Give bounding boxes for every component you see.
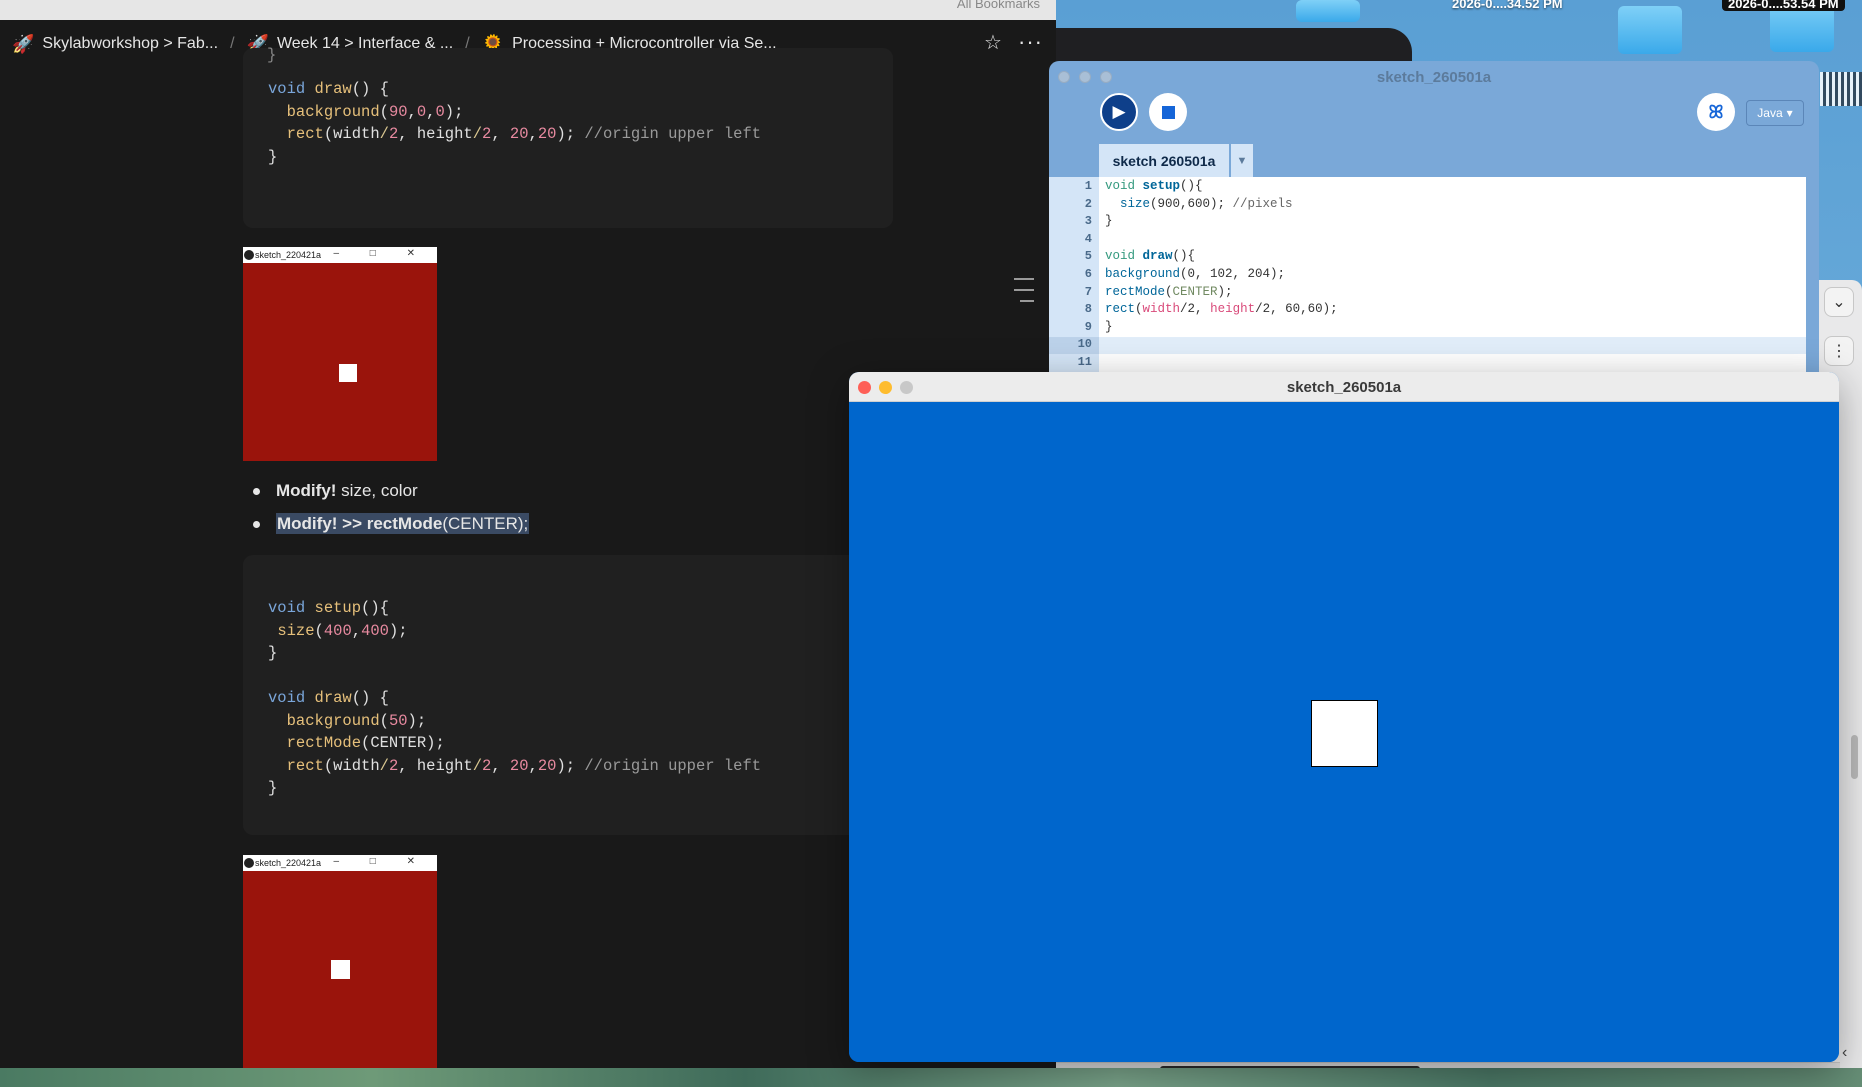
line-number: 1 xyxy=(1084,179,1092,193)
debug-button[interactable]: ꕤ xyxy=(1697,93,1735,131)
code-line: size(400,400); xyxy=(277,621,408,640)
list-item: Modify! size, color xyxy=(252,479,529,512)
line-number: 7 xyxy=(1084,284,1092,299)
desktop-bottom-strip xyxy=(0,1068,1862,1087)
sketch-window-titlebar: sketch_260501a xyxy=(849,372,1839,402)
sketch-canvas[interactable] xyxy=(849,402,1839,1062)
caret-down-icon: ▾ xyxy=(1786,106,1793,120)
bullet-text: size, color xyxy=(336,481,418,500)
sketch-image-title: sketch_220421a xyxy=(255,250,322,260)
mode-label: Java xyxy=(1757,106,1783,120)
line-number: 8 xyxy=(1084,302,1092,317)
code-block: } void draw() { background(90,0,0); rect… xyxy=(243,46,893,228)
all-bookmarks-link[interactable]: All Bookmarks xyxy=(957,0,1040,10)
sketch-white-square xyxy=(339,364,357,382)
line-number: 5 xyxy=(1084,249,1092,264)
list-item: Modify! >> rectMode(CENTER); xyxy=(252,512,530,545)
mode-select[interactable]: Java ▾ xyxy=(1746,100,1804,126)
more-vertical-icon[interactable]: ⋮ xyxy=(1824,336,1854,366)
scrollbar-thumb[interactable] xyxy=(1851,735,1858,779)
bullet-bold-text: Modify! xyxy=(276,481,337,500)
desktop-striped-file-icon xyxy=(1820,72,1862,106)
bullet-list: Modify! size, color Modify! >> rectMode(… xyxy=(252,479,530,545)
more-horizontal-icon[interactable]: ··· xyxy=(1018,29,1043,55)
stop-icon xyxy=(1161,105,1175,119)
ide-titlebar: sketch_260501a xyxy=(1049,61,1819,91)
stop-button[interactable] xyxy=(1149,93,1187,131)
line-number: 9 xyxy=(1084,319,1092,334)
code-line: background(50); xyxy=(286,711,427,730)
ide-window-title: sketch_260501a xyxy=(1376,69,1492,86)
code-line: background(90,0,0); xyxy=(286,102,464,121)
line-number: 10 xyxy=(1077,337,1092,352)
desktop-file-label[interactable]: 2026-0....34.52 PM xyxy=(1452,0,1563,11)
chevron-down-icon[interactable]: ⌄ xyxy=(1824,287,1854,317)
sketch-screenshot-image: sketch_220421a – □ ✕ xyxy=(243,855,437,1068)
code-line: } xyxy=(268,147,278,166)
sketch-window-title: sketch_260501a xyxy=(1286,379,1402,396)
processing-logo-icon xyxy=(244,858,254,868)
chevron-left-icon[interactable]: ‹ xyxy=(1842,1044,1847,1062)
desktop-screenshot-icon[interactable] xyxy=(1296,0,1360,22)
butterfly-icon: ꕤ xyxy=(1708,101,1724,122)
processing-ide-window: sketch_260501a ▶ ꕤ Java ▾ sketch 260501a… xyxy=(1049,61,1819,381)
breadcrumb-item[interactable]: 🚀 Skylabworkshop > Fab... xyxy=(12,34,218,55)
editor-code-line[interactable]: } xyxy=(1105,214,1113,228)
editor-code-line[interactable]: background(0, 102, 204); xyxy=(1105,267,1285,281)
bookmarks-bar: All Bookmarks xyxy=(0,0,1056,20)
sketch-image-title: sketch_220421a xyxy=(255,858,322,868)
code-line: } xyxy=(268,779,278,797)
highlighted-text[interactable]: Modify! >> rectMode(CENTER); xyxy=(276,513,530,534)
desktop-folder-icon[interactable] xyxy=(1618,6,1682,54)
sketch-output-window: sketch_260501a xyxy=(849,372,1839,1062)
code-line: } xyxy=(268,644,278,662)
code-line: void setup(){ xyxy=(268,599,389,617)
line-number: 4 xyxy=(1084,231,1092,246)
line-number: 11 xyxy=(1077,355,1092,369)
editor-code-line[interactable]: size(900,600); //pixels xyxy=(1105,197,1293,211)
line-number: 3 xyxy=(1084,214,1092,229)
table-of-contents-icon[interactable] xyxy=(1014,278,1034,311)
bullet-bold-text: Modify! >> rectMode xyxy=(277,514,443,533)
code-line: void draw() { xyxy=(268,689,389,707)
star-icon[interactable]: ☆ xyxy=(984,30,1002,55)
window-controls-icon: – □ ✕ xyxy=(333,248,429,259)
sketch-image-titlebar: sketch_220421a – □ ✕ xyxy=(243,247,437,263)
tab-sketch[interactable]: sketch 260501a xyxy=(1099,144,1229,177)
window-controls-icon: – □ ✕ xyxy=(333,856,429,867)
sketch-white-square xyxy=(331,960,350,979)
run-button[interactable]: ▶ xyxy=(1100,93,1138,131)
sketch-screenshot-image: sketch_220421a – □ ✕ xyxy=(243,247,437,461)
code-line: rect(width/2, height/2, 20,20); //origin… xyxy=(286,125,762,143)
code-line: void draw() { xyxy=(268,80,389,98)
sketch-rect xyxy=(1311,700,1378,767)
bullet-text: (CENTER); xyxy=(442,514,529,533)
breadcrumb-label: Skylabworkshop > Fab... xyxy=(42,35,219,52)
editor-code-line[interactable]: void setup(){ xyxy=(1105,179,1203,193)
code-line: rectMode(CENTER); xyxy=(286,734,445,752)
code-block: void setup(){ size(400,400);} void draw(… xyxy=(243,555,893,835)
line-number: 2 xyxy=(1084,196,1092,211)
code-line: rect(width/2, height/2, 20,20); //origin… xyxy=(286,756,762,775)
tab-menu-arrow-icon[interactable]: ▼ xyxy=(1231,144,1253,177)
current-line-highlight xyxy=(1049,337,1806,354)
line-number: 6 xyxy=(1084,267,1092,281)
editor-code-line[interactable]: rectMode(CENTER); xyxy=(1105,285,1233,299)
rocket-icon: 🚀 xyxy=(12,33,35,54)
editor-code-line[interactable]: void draw(){ xyxy=(1105,249,1195,263)
breadcrumb-separator: / xyxy=(230,35,235,52)
desktop-file-label-selected[interactable]: 2026-0....53.54 PM xyxy=(1722,0,1845,11)
sketch-image-titlebar: sketch_220421a – □ ✕ xyxy=(243,855,437,871)
processing-logo-icon xyxy=(244,250,254,260)
editor-code-line[interactable]: rect(width/2, height/2, 60,60); xyxy=(1105,302,1338,316)
editor-code-line[interactable]: } xyxy=(1105,320,1113,334)
play-icon: ▶ xyxy=(1112,102,1126,121)
